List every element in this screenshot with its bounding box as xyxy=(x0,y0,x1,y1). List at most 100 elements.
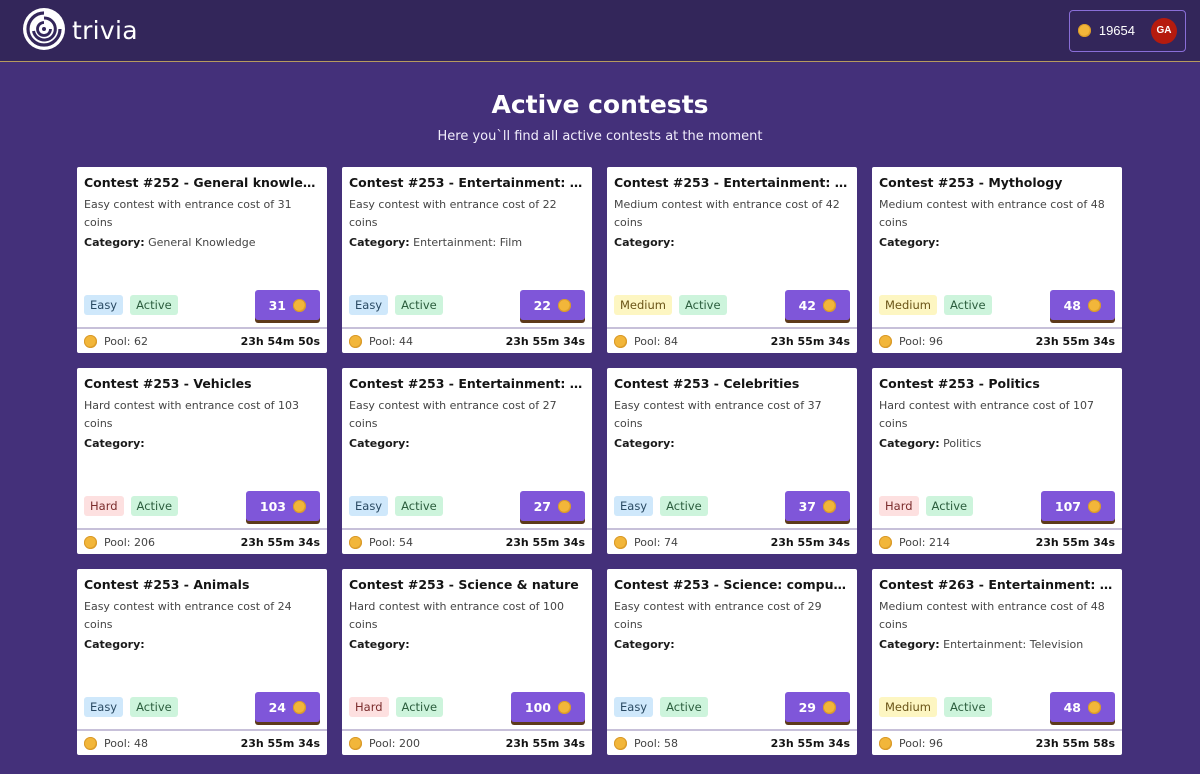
contest-title: Contest #253 - Celebrities xyxy=(614,376,800,391)
contest-description: Hard contest with entrance cost of 107 c… xyxy=(879,399,1095,430)
entrance-cost: 103 xyxy=(259,498,286,514)
card-body: Contest #253 - Entertainment: music Medi… xyxy=(607,167,857,327)
contest-category: Category: xyxy=(879,236,1115,249)
join-contest-button[interactable]: 42 xyxy=(784,290,850,320)
coin-icon xyxy=(84,334,97,348)
category-label: Category: xyxy=(879,236,940,249)
card-body: Contest #253 - Celebrities Easy contest … xyxy=(607,368,857,528)
prize-pool: Pool: 54 xyxy=(349,535,413,549)
contest-description: Easy contest with entrance cost of 29 co… xyxy=(614,600,822,631)
entrance-cost: 48 xyxy=(1063,699,1081,715)
contest-description: Easy contest with entrance cost of 27 co… xyxy=(349,399,557,430)
time-remaining: 23h 55m 58s xyxy=(1035,736,1115,750)
card-footer: Pool: 96 23h 55m 34s xyxy=(872,327,1122,353)
card-body: Contest #253 - Science & nature Hard con… xyxy=(342,569,592,729)
entrance-cost: 24 xyxy=(268,699,286,715)
join-contest-button[interactable]: 48 xyxy=(1049,290,1115,320)
contest-card: Contest #253 - Science: computers Easy c… xyxy=(607,569,857,755)
difficulty-badge: Easy xyxy=(349,496,389,516)
time-remaining: 23h 54m 50s xyxy=(240,334,320,348)
category-label: Category: xyxy=(879,437,940,450)
category-label: Category: xyxy=(84,437,145,450)
card-body: Contest #253 - Animals Easy contest with… xyxy=(77,569,327,729)
card-footer: Pool: 48 23h 55m 34s xyxy=(77,729,327,755)
contest-title: Contest #253 - Entertainment: music xyxy=(614,175,850,190)
tag-group: Medium Active xyxy=(614,295,727,315)
tag-group: Medium Active xyxy=(879,697,992,717)
spiral-logo-icon xyxy=(22,7,66,55)
category-value: Entertainment: Film xyxy=(413,236,523,249)
contest-card: Contest #253 - Entertainment: books Easy… xyxy=(342,368,592,554)
time-remaining: 23h 55m 34s xyxy=(770,736,850,750)
join-contest-button[interactable]: 100 xyxy=(510,692,585,722)
user-avatar[interactable]: GA xyxy=(1151,17,1177,44)
prize-pool: Pool: 214 xyxy=(879,535,950,549)
entrance-cost: 42 xyxy=(798,297,816,313)
card-footer: Pool: 96 23h 55m 58s xyxy=(872,729,1122,755)
card-body: Contest #253 - Entertainment: books Easy… xyxy=(342,368,592,528)
category-label: Category: xyxy=(614,236,675,249)
contest-title: Contest #253 - Mythology xyxy=(879,175,1063,190)
join-contest-button[interactable]: 31 xyxy=(254,290,320,320)
pool-amount: Pool: 84 xyxy=(634,334,678,348)
status-badge: Active xyxy=(130,496,179,516)
join-contest-button[interactable]: 29 xyxy=(784,692,850,722)
join-contest-button[interactable]: 103 xyxy=(245,491,320,521)
wallet-balance[interactable]: 19654 GA xyxy=(1068,9,1186,52)
contest-card: Contest #263 - Entertainment: tele... Me… xyxy=(872,569,1122,755)
pool-amount: Pool: 214 xyxy=(899,535,950,549)
coin-icon xyxy=(1088,298,1101,312)
join-contest-button[interactable]: 107 xyxy=(1040,491,1115,521)
contest-category: Category: xyxy=(84,638,320,651)
join-contest-button[interactable]: 37 xyxy=(784,491,850,521)
page-subtitle: Here you`ll find all active contests at … xyxy=(437,129,763,144)
pool-amount: Pool: 206 xyxy=(104,535,155,549)
time-remaining: 23h 55m 34s xyxy=(505,736,585,750)
coin-icon xyxy=(879,334,892,348)
coin-icon xyxy=(1077,24,1091,37)
entrance-cost: 29 xyxy=(798,699,816,715)
pool-amount: Pool: 74 xyxy=(634,535,678,549)
join-contest-button[interactable]: 27 xyxy=(519,491,585,521)
category-value: General Knowledge xyxy=(148,236,256,249)
contest-description: Easy contest with entrance cost of 22 co… xyxy=(349,198,557,229)
contest-card: Contest #253 - Entertainment: film Easy … xyxy=(342,167,592,353)
prize-pool: Pool: 206 xyxy=(84,535,155,549)
contest-description: Hard contest with entrance cost of 100 c… xyxy=(349,600,565,631)
join-contest-button[interactable]: 24 xyxy=(254,692,320,722)
brand-name: trivia xyxy=(72,16,138,45)
card-body: Contest #253 - Vehicles Hard contest wit… xyxy=(77,368,327,528)
entrance-cost: 100 xyxy=(524,699,551,715)
tag-group: Hard Active xyxy=(879,496,974,516)
contest-category: Category: xyxy=(614,638,850,651)
time-remaining: 23h 55m 34s xyxy=(1035,334,1115,348)
card-body: Contest #253 - Mythology Medium contest … xyxy=(872,167,1122,327)
coin-icon xyxy=(84,736,97,750)
difficulty-badge: Easy xyxy=(614,496,654,516)
entrance-cost: 22 xyxy=(533,297,551,313)
card-actions: Easy Active 31 xyxy=(84,290,320,320)
contest-card: Contest #253 - Entertainment: music Medi… xyxy=(607,167,857,353)
card-actions: Easy Active 37 xyxy=(614,491,850,521)
card-actions: Easy Active 27 xyxy=(349,491,585,521)
card-footer: Pool: 214 23h 55m 34s xyxy=(872,528,1122,554)
contest-description: Medium contest with entrance cost of 48 … xyxy=(879,198,1105,229)
contest-title: Contest #253 - Entertainment: books xyxy=(349,376,585,391)
join-contest-button[interactable]: 48 xyxy=(1049,692,1115,722)
coin-balance: 19654 xyxy=(1098,23,1135,38)
contest-category: Category: Entertainment: Television xyxy=(879,638,1115,651)
pool-amount: Pool: 58 xyxy=(634,736,678,750)
category-label: Category: xyxy=(349,236,410,249)
prize-pool: Pool: 58 xyxy=(614,736,678,750)
coin-icon xyxy=(823,700,836,714)
category-label: Category: xyxy=(879,638,940,651)
card-footer: Pool: 62 23h 54m 50s xyxy=(77,327,327,353)
status-badge: Active xyxy=(678,295,727,315)
difficulty-badge: Easy xyxy=(614,697,654,717)
entrance-cost: 27 xyxy=(533,498,551,514)
brand-logo-link[interactable]: trivia xyxy=(22,7,138,55)
difficulty-badge: Medium xyxy=(879,697,937,717)
status-badge: Active xyxy=(395,295,443,315)
tag-group: Medium Active xyxy=(879,295,992,315)
join-contest-button[interactable]: 22 xyxy=(519,290,585,320)
